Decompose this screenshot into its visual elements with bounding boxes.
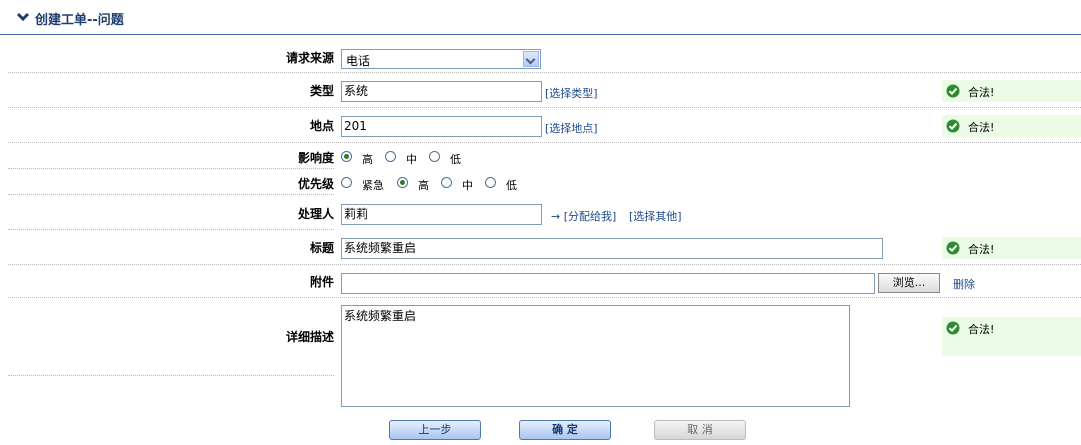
divider	[8, 297, 1081, 298]
choose-other-link[interactable]: [选择其他]	[629, 208, 682, 224]
location-validation: 合法!	[942, 115, 1081, 137]
subject-input[interactable]: 系统频繁重启	[341, 238, 883, 259]
check-circle-icon	[946, 321, 960, 335]
priority-radio-low[interactable]	[485, 177, 496, 188]
subject-label: 标题	[309, 241, 334, 255]
divider	[8, 375, 334, 376]
location-input[interactable]: 201	[341, 116, 542, 137]
check-circle-icon	[946, 119, 960, 133]
impact-label: 影响度	[297, 151, 334, 165]
priority-option-low: 低	[506, 179, 517, 192]
validation-text: 合法!	[968, 121, 995, 134]
type-label: 类型	[309, 84, 334, 98]
impact-option-low: 低	[450, 153, 461, 166]
description-validation: 合法!	[942, 317, 1081, 356]
source-select[interactable]: 电话	[341, 49, 541, 69]
source-select-value: 电话	[346, 54, 371, 68]
type-validation: 合法!	[942, 80, 1081, 102]
priority-option-urgent: 紧急	[362, 179, 384, 192]
chevron-down-icon	[16, 12, 30, 22]
impact-radio-high[interactable]	[341, 151, 352, 162]
page-title: 创建工单--问题	[35, 13, 124, 28]
handler-input[interactable]: 莉莉	[341, 204, 542, 225]
choose-location-link[interactable]: [选择地点]	[545, 120, 598, 136]
divider	[8, 168, 334, 169]
divider	[8, 72, 1081, 73]
source-label: 请求来源	[285, 51, 334, 65]
impact-radio-medium[interactable]	[385, 151, 396, 162]
type-input[interactable]: 系统	[341, 81, 542, 102]
validation-text: 合法!	[968, 86, 995, 99]
priority-option-medium: 中	[462, 179, 473, 192]
impact-option-high: 高	[362, 153, 373, 166]
previous-step-button[interactable]: 上一步	[389, 420, 481, 440]
description-label: 详细描述	[285, 330, 334, 344]
location-label: 地点	[309, 119, 334, 133]
priority-radio-urgent[interactable]	[341, 177, 352, 188]
check-circle-icon	[946, 84, 960, 98]
dropdown-arrow-icon[interactable]	[523, 51, 539, 67]
impact-option-medium: 中	[406, 153, 417, 166]
delete-attachment-link[interactable]: 删除	[953, 276, 975, 292]
divider	[8, 264, 1081, 265]
divider	[8, 107, 1081, 108]
check-circle-icon	[946, 241, 960, 255]
priority-label: 优先级	[297, 177, 334, 191]
browse-button[interactable]: 浏览...	[878, 273, 940, 293]
impact-radio-low[interactable]	[429, 151, 440, 162]
subject-validation: 合法!	[942, 237, 1081, 259]
divider	[8, 142, 1081, 143]
priority-radio-high[interactable]	[397, 177, 408, 188]
choose-type-link[interactable]: [选择类型]	[545, 85, 598, 101]
confirm-button[interactable]: 确 定	[519, 420, 611, 440]
priority-option-high: 高	[418, 179, 429, 192]
divider	[8, 194, 334, 195]
assign-to-me-link[interactable]: → [分配给我]	[551, 208, 616, 224]
handler-label: 处理人	[297, 207, 334, 221]
cancel-button[interactable]: 取 消	[654, 420, 746, 440]
validation-text: 合法!	[968, 243, 995, 256]
attachment-label: 附件	[309, 275, 334, 289]
priority-radio-medium[interactable]	[441, 177, 452, 188]
page-header: 创建工单--问题	[0, 0, 1081, 35]
divider	[8, 229, 334, 230]
validation-text: 合法!	[968, 323, 995, 336]
attachment-path-input[interactable]	[341, 273, 875, 294]
description-textarea[interactable]: 系统频繁重启	[341, 305, 850, 407]
